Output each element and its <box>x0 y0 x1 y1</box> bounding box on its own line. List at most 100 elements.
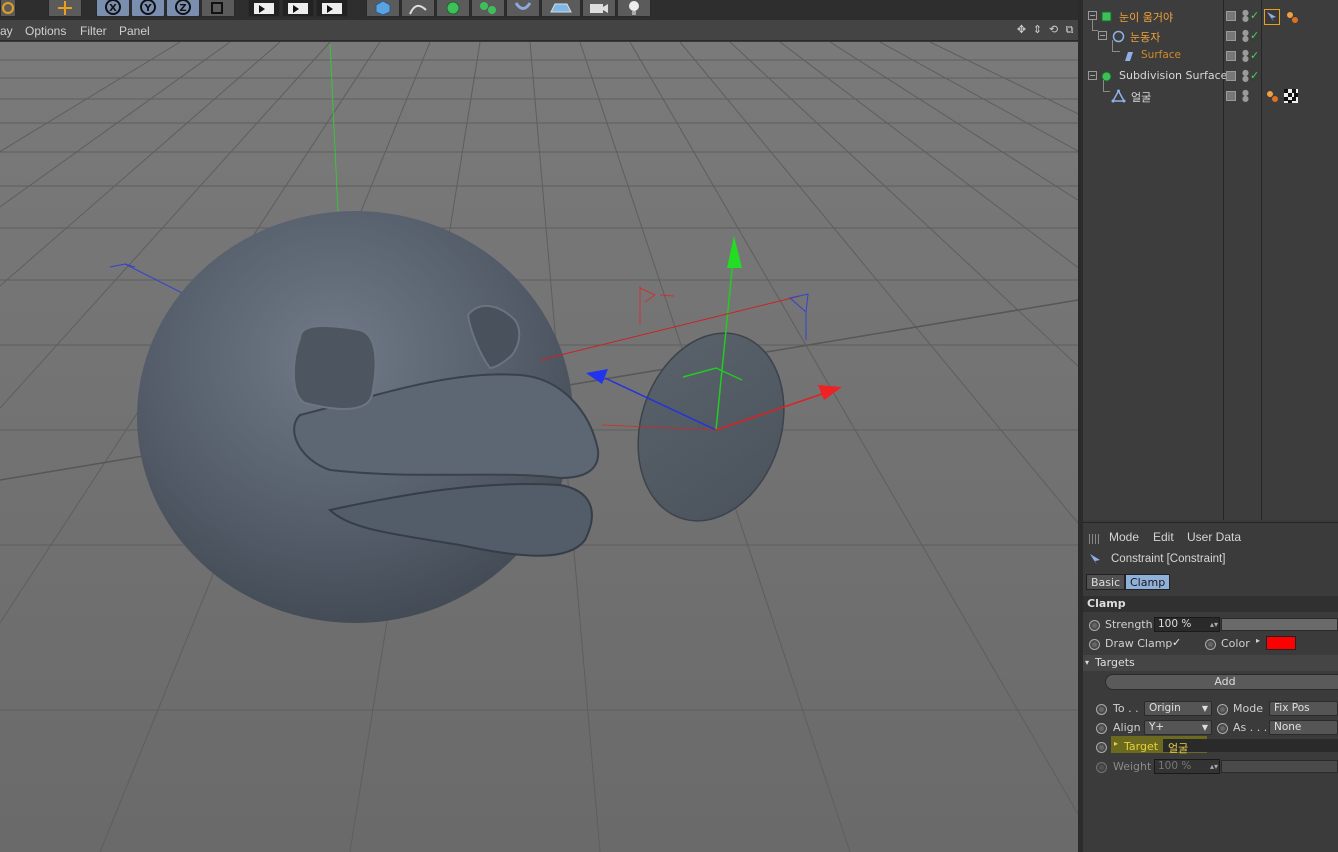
pan-view-icon[interactable]: ✥ <box>1015 23 1028 36</box>
color-swatch[interactable] <box>1266 636 1296 650</box>
layer-icon[interactable] <box>1226 51 1236 61</box>
collapse-icon[interactable]: − <box>1088 11 1097 20</box>
z-axis-button[interactable]: Z <box>166 0 200 17</box>
move-tool-icon[interactable] <box>48 0 82 17</box>
add-target-button[interactable]: Add <box>1105 674 1338 690</box>
strength-value: 100 % <box>1158 618 1192 630</box>
visibility-dots[interactable]: ● ● <box>1242 49 1250 63</box>
targets-group-header[interactable]: ▾ Targets <box>1083 655 1338 671</box>
panel-grip-icon[interactable] <box>1089 534 1099 544</box>
constraint-tag-icon[interactable] <box>1264 9 1280 25</box>
material-tag-icon[interactable] <box>1285 10 1299 24</box>
mode-dropdown[interactable]: Fix Pos <box>1269 701 1338 716</box>
visibility-dots[interactable]: ● ● <box>1242 29 1250 43</box>
object-row[interactable]: 얼굴 ● ● <box>1083 80 1338 106</box>
mode-value: Fix Pos <box>1274 702 1310 714</box>
visibility-dots[interactable]: ● ● <box>1242 9 1250 23</box>
attribute-manager: Mode Edit User Data Constraint [Constrai… <box>1083 522 1338 852</box>
render-picture-viewer-icon[interactable] <box>282 0 314 17</box>
material-tag-icon[interactable] <box>1265 89 1279 103</box>
animate-mode-icon[interactable] <box>1217 704 1228 715</box>
strength-label: Strength <box>1105 618 1153 631</box>
subdivision-surface-icon[interactable] <box>436 0 470 17</box>
tab-clamp[interactable]: Clamp <box>1125 574 1171 590</box>
animate-strength-icon[interactable] <box>1089 620 1100 631</box>
align-dropdown[interactable]: Y+ ▼ <box>1144 720 1212 735</box>
light-icon[interactable] <box>617 0 651 17</box>
animate-as-icon[interactable] <box>1217 723 1228 734</box>
strength-slider[interactable] <box>1221 618 1338 631</box>
maximize-view-icon[interactable]: ⧉ <box>1063 23 1076 36</box>
animate-color-icon[interactable] <box>1205 639 1216 650</box>
menu-mode[interactable]: Mode <box>1109 530 1139 544</box>
undo-icon[interactable] <box>0 0 16 17</box>
rotate-view-icon[interactable]: ⟲ <box>1047 23 1060 36</box>
target-label: Target <box>1124 740 1159 753</box>
align-value: Y+ <box>1149 721 1165 733</box>
menu-view[interactable]: ay <box>0 24 13 38</box>
animate-weight-icon[interactable] <box>1096 762 1107 773</box>
visibility-dots[interactable]: ● ● <box>1242 69 1250 83</box>
as-dropdown[interactable]: None <box>1269 720 1338 735</box>
layer-icon[interactable] <box>1226 31 1236 41</box>
to-dropdown[interactable]: Origin ▼ <box>1144 701 1212 716</box>
chevron-down-icon: ▼ <box>1201 704 1208 713</box>
weight-slider[interactable] <box>1221 760 1338 773</box>
target-link-field[interactable] <box>1163 739 1338 752</box>
object-name: Surface <box>1141 49 1182 61</box>
draw-clamp-checkbox[interactable]: ✓ <box>1172 636 1181 649</box>
enabled-check-icon[interactable]: ✓ <box>1250 29 1259 42</box>
enabled-check-icon[interactable]: ✓ <box>1250 49 1259 62</box>
cloner-icon[interactable] <box>471 0 505 17</box>
enabled-check-icon[interactable]: ✓ <box>1250 9 1259 22</box>
object-name: 얼굴 <box>1131 91 1152 104</box>
expand-target-icon[interactable]: ▸ <box>1114 739 1118 748</box>
render-settings-icon[interactable] <box>316 0 348 17</box>
object-name: Subdivision Surface <box>1119 69 1228 82</box>
object-row[interactable]: − 눈이 움거야 ● ● ✓ <box>1083 6 1338 26</box>
object-name: 눈이 움거야 <box>1119 11 1174 24</box>
coordinate-system-icon[interactable] <box>201 0 235 17</box>
texture-tag-icon[interactable] <box>1284 89 1298 103</box>
weight-value: 100 % <box>1158 760 1192 772</box>
layer-icon[interactable] <box>1226 71 1236 81</box>
enabled-check-icon[interactable]: ✓ <box>1250 69 1259 82</box>
object-row[interactable]: − Subdivision Surface ● ● ✓ <box>1083 66 1338 86</box>
cube-primitive-icon[interactable] <box>366 0 400 17</box>
zoom-view-icon[interactable]: ⇕ <box>1031 23 1044 36</box>
layer-icon[interactable] <box>1226 91 1236 101</box>
menu-panel[interactable]: Panel <box>119 24 150 38</box>
deformer-icon[interactable] <box>506 0 540 17</box>
menu-user-data[interactable]: User Data <box>1187 530 1241 544</box>
object-row[interactable]: Surface ● ● ✓ <box>1083 40 1338 66</box>
spinner-icon[interactable]: ▴▾ <box>1210 760 1218 773</box>
visibility-dots[interactable]: ● ● <box>1242 89 1250 103</box>
spinner-icon[interactable]: ▴▾ <box>1210 618 1218 631</box>
tab-basic[interactable]: Basic <box>1086 574 1126 590</box>
object-row[interactable]: − 눈동자 ● ● ✓ <box>1083 20 1338 46</box>
menu-options[interactable]: Options <box>25 24 66 38</box>
attribute-menu-bar: Mode Edit User Data <box>1083 526 1338 546</box>
strength-input[interactable]: 100 % ▴▾ <box>1154 617 1220 632</box>
draw-clamp-label: Draw Clamp <box>1105 637 1173 650</box>
collapse-icon[interactable]: − <box>1088 71 1097 80</box>
animate-draw-clamp-icon[interactable] <box>1089 639 1100 650</box>
menu-filter[interactable]: Filter <box>80 24 107 38</box>
y-axis-button[interactable]: Y <box>131 0 165 17</box>
object-name: 눈동자 <box>1130 31 1161 44</box>
animate-align-icon[interactable] <box>1096 723 1107 734</box>
render-view-icon[interactable] <box>248 0 280 17</box>
collapse-icon[interactable]: − <box>1098 31 1107 40</box>
floor-icon[interactable] <box>541 0 581 17</box>
collapse-arrow-icon[interactable]: ▾ <box>1085 655 1089 671</box>
spline-pen-icon[interactable] <box>401 0 435 17</box>
animate-target-icon[interactable] <box>1096 742 1107 753</box>
weight-input[interactable]: 100 % ▴▾ <box>1154 759 1220 774</box>
expand-color-icon[interactable]: ▸ <box>1256 636 1260 645</box>
layer-icon[interactable] <box>1226 11 1236 21</box>
x-axis-button[interactable]: X <box>96 0 130 17</box>
animate-to-icon[interactable] <box>1096 704 1107 715</box>
menu-edit[interactable]: Edit <box>1153 530 1174 544</box>
3d-viewport[interactable] <box>0 42 1078 852</box>
camera-icon[interactable] <box>582 0 616 17</box>
